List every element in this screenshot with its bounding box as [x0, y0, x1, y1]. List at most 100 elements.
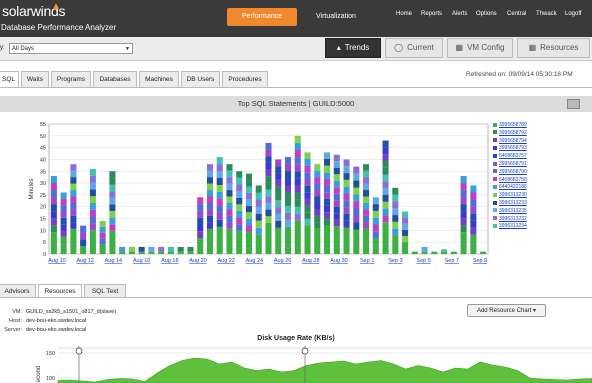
bar-segment — [167, 251, 174, 254]
nav-central[interactable]: Central — [507, 11, 526, 17]
legend-item[interactable]: 3996313234 — [493, 223, 527, 231]
bar-segment — [275, 207, 282, 214]
bar-segment — [333, 226, 340, 254]
tab-waits[interactable]: Waits — [21, 71, 49, 87]
legend-item[interactable]: 3995658789 — [493, 122, 527, 130]
tab-programs[interactable]: Programs — [51, 71, 91, 87]
bar-segment — [294, 142, 301, 150]
bar-segment — [333, 167, 340, 175]
day-select[interactable]: All Days ▼ — [9, 43, 133, 54]
bar — [402, 211, 409, 254]
bar — [363, 164, 370, 254]
bar — [265, 142, 272, 254]
legend-item[interactable]: 3996313230 — [493, 192, 527, 200]
bar-segment — [333, 206, 340, 214]
virtualization-link[interactable]: Virtualization — [316, 13, 356, 20]
email-icon[interactable] — [567, 99, 580, 109]
tab-procedures[interactable]: Procedures — [222, 71, 268, 87]
add-resource-chart-button[interactable]: Add Resource Chart ▾ — [467, 304, 546, 317]
bar-segment — [324, 198, 331, 206]
legend-item[interactable]: 3995658793 — [493, 145, 527, 153]
bar-segment — [363, 164, 370, 171]
bar-segment — [480, 251, 487, 254]
bar-segment — [206, 222, 213, 229]
view-trends[interactable]: ▴ Trends — [325, 38, 381, 58]
nav-thwack[interactable]: Thwack — [536, 11, 557, 17]
bar-segment — [89, 182, 96, 190]
legend-item[interactable]: 3995658794 — [493, 138, 527, 146]
legend-item[interactable]: 3996313235 — [493, 208, 527, 216]
legend-item[interactable]: 3995658790 — [493, 169, 527, 177]
nav-reports[interactable]: Reports — [421, 11, 442, 17]
bar-segment — [324, 178, 331, 186]
y-tick-label: 5 — [43, 240, 46, 246]
tab-machines[interactable]: Machines — [139, 71, 179, 87]
tab-sql[interactable]: SQL — [0, 71, 19, 88]
x-tick-label: Aug 12 — [76, 258, 93, 264]
disk-y-tick-label: 150 — [46, 351, 55, 357]
x-tick-label: Aug 14 — [105, 258, 122, 264]
host-row: Host: dev-bou-eko.swdev.local — [9, 318, 87, 324]
bar-segment — [265, 176, 272, 183]
legend-item[interactable]: 3996313233 — [493, 200, 527, 208]
bar-segment — [343, 173, 350, 180]
tab-resources[interactable]: Resources — [38, 284, 82, 298]
tab-advisors[interactable]: Advisors — [0, 284, 36, 298]
legend-label: 3996313235 — [499, 207, 527, 214]
bar-segment — [226, 170, 233, 178]
bar-segment — [460, 176, 467, 184]
bar-segment — [392, 221, 399, 229]
bar — [470, 185, 477, 254]
legend-swatch — [493, 185, 497, 190]
x-tick-label: Sep 7 — [445, 258, 459, 264]
bar-segment — [60, 230, 67, 237]
bar-segment — [226, 215, 233, 223]
legend-item[interactable]: 6440422186 — [493, 184, 527, 192]
bar-segment — [324, 218, 331, 226]
bar-segment — [275, 159, 282, 167]
bar — [353, 166, 360, 254]
legend-swatch — [493, 216, 497, 221]
bar — [236, 171, 243, 254]
bar-segment — [99, 226, 106, 233]
bar-segment — [236, 204, 243, 211]
view-resources[interactable]: ▦ Resources — [517, 38, 590, 58]
view-vm-config[interactable]: ▦ VM Config — [447, 38, 513, 58]
tab-sql-text[interactable]: SQL Text — [84, 284, 126, 298]
tab-databases[interactable]: Databases — [93, 71, 137, 87]
bar-segment — [206, 215, 213, 223]
bar-segment — [236, 171, 243, 178]
bar-segment — [197, 217, 204, 225]
nav-home[interactable]: Home — [396, 11, 412, 17]
bar-segment — [216, 185, 223, 192]
bar-segment — [60, 236, 67, 254]
bar-segment — [216, 198, 223, 206]
bar-segment — [294, 206, 301, 214]
bar-segment — [109, 184, 116, 192]
nav-options[interactable]: Options — [476, 11, 497, 17]
legend-item[interactable]: 3995658791 — [493, 161, 527, 169]
x-tick-label: Aug 30 — [330, 258, 347, 264]
bar — [187, 246, 194, 254]
disk-y-tick-label: 100 — [46, 376, 55, 382]
legend-item[interactable]: 3995658792 — [493, 130, 527, 138]
tab-db-users[interactable]: DB Users — [181, 71, 220, 87]
legend-item[interactable]: 6408683758 — [493, 177, 527, 185]
y-tick-label: 35 — [40, 169, 46, 175]
legend-item[interactable]: 3996313232 — [493, 216, 527, 224]
performance-button[interactable]: Performance — [227, 8, 297, 26]
nav-alerts[interactable]: Alerts — [452, 11, 467, 17]
bar-segment — [109, 171, 116, 178]
bar-segment — [119, 251, 126, 254]
bar-segment — [275, 193, 282, 201]
view-current[interactable]: ◯ Current — [385, 38, 443, 58]
bar-segment — [197, 197, 204, 205]
bar-segment — [216, 157, 223, 165]
nav-logoff[interactable]: Logoff — [565, 11, 582, 17]
day-filter-label: y: — [0, 45, 5, 51]
bar-segment — [226, 209, 233, 216]
bar-segment — [284, 178, 292, 186]
legend-item[interactable]: 6408683757 — [493, 153, 527, 161]
bar-segment — [236, 217, 243, 225]
legend-label: 6408683757 — [499, 153, 527, 160]
